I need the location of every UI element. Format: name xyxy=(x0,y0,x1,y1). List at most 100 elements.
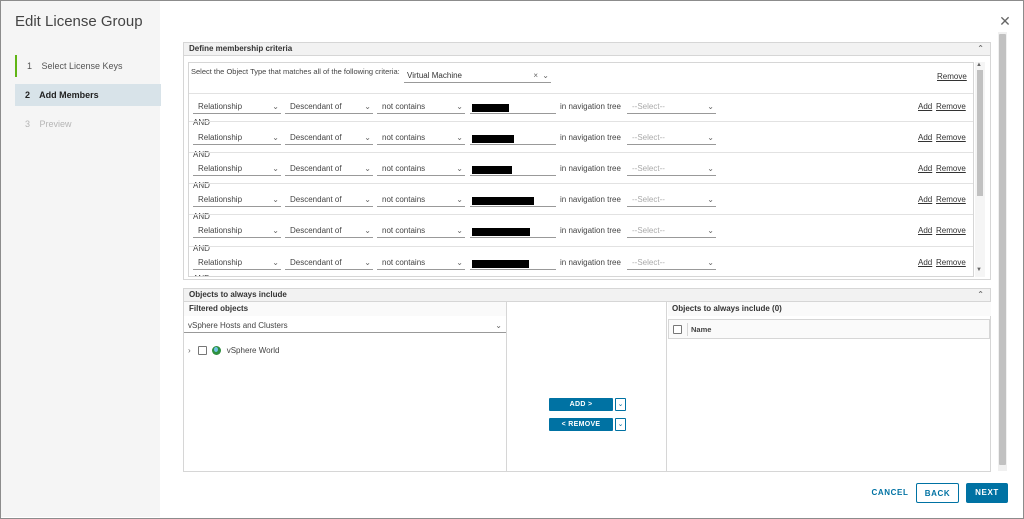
dialog-title: Edit License Group xyxy=(15,13,143,30)
select-all-checkbox[interactable] xyxy=(673,325,682,334)
remove-row-link[interactable]: Remove xyxy=(936,224,966,238)
condition-select[interactable]: not contains ⌄ xyxy=(377,131,465,145)
relationship-value: Relationship xyxy=(198,226,243,235)
cancel-button[interactable]: CANCEL xyxy=(870,483,910,503)
included-objects-grid-header: Name xyxy=(668,319,990,339)
condition-select[interactable]: not contains ⌄ xyxy=(377,224,465,238)
collapse-up-icon[interactable]: ⌃ xyxy=(977,289,984,301)
relationship-value: Relationship xyxy=(198,258,243,267)
criteria-value-input[interactable] xyxy=(470,193,556,207)
remove-object-type-link[interactable]: Remove xyxy=(937,72,967,81)
navigation-tree-select[interactable]: --Select-- ⌄ xyxy=(627,256,716,270)
add-row-link[interactable]: Add xyxy=(918,162,932,176)
tree-item-checkbox[interactable] xyxy=(198,346,208,356)
relationship-select[interactable]: Relationship ⌄ xyxy=(193,193,281,207)
descendant-select[interactable]: Descendant of ⌄ xyxy=(285,131,373,145)
close-icon[interactable]: ✕ xyxy=(998,14,1012,28)
navigation-tree-select[interactable]: --Select-- ⌄ xyxy=(627,162,716,176)
descendant-select[interactable]: Descendant of ⌄ xyxy=(285,100,373,114)
remove-row-link[interactable]: Remove xyxy=(936,193,966,207)
condition-select[interactable]: not contains ⌄ xyxy=(377,100,465,114)
membership-criteria-header[interactable]: Define membership criteria ⌃ xyxy=(184,43,990,56)
chevron-down-icon: ⌄ xyxy=(272,164,279,173)
relationship-select[interactable]: Relationship ⌄ xyxy=(193,162,281,176)
relationship-value: Relationship xyxy=(198,133,243,142)
objects-include-header[interactable]: Objects to always include ⌃ xyxy=(184,289,990,302)
condition-select[interactable]: not contains ⌄ xyxy=(377,256,465,270)
condition-value: not contains xyxy=(382,258,426,267)
wizard-step-preview: 3 Preview xyxy=(15,113,161,135)
add-row-link[interactable]: Add xyxy=(918,100,932,114)
descendant-select[interactable]: Descendant of ⌄ xyxy=(285,193,373,207)
descendant-select[interactable]: Descendant of ⌄ xyxy=(285,256,373,270)
add-row-link[interactable]: Add xyxy=(918,131,932,145)
row-divider xyxy=(189,152,973,153)
membership-criteria-section: Define membership criteria ⌃ Select the … xyxy=(183,42,991,280)
add-row-link[interactable]: Add xyxy=(918,224,932,238)
descendant-select[interactable]: Descendant of ⌄ xyxy=(285,224,373,238)
criteria-value-input[interactable] xyxy=(470,224,556,238)
wizard-sidebar: Edit License Group 1 Select License Keys… xyxy=(1,1,161,517)
next-button[interactable]: NEXT xyxy=(966,483,1008,503)
redacted-text xyxy=(472,228,530,236)
remove-row-link[interactable]: Remove xyxy=(936,100,966,114)
descendant-value: Descendant of xyxy=(290,226,342,235)
chevron-down-icon[interactable]: ⌄ xyxy=(542,69,549,83)
condition-select[interactable]: not contains ⌄ xyxy=(377,193,465,207)
navigation-tree-select[interactable]: --Select-- ⌄ xyxy=(627,224,716,238)
relationship-select[interactable]: Relationship ⌄ xyxy=(193,224,281,238)
relationship-select[interactable]: Relationship ⌄ xyxy=(193,256,281,270)
add-row-link[interactable]: Add xyxy=(918,193,932,207)
relationship-select[interactable]: Relationship ⌄ xyxy=(193,131,281,145)
criteria-value-input[interactable] xyxy=(470,162,556,176)
relationship-select[interactable]: Relationship ⌄ xyxy=(193,100,281,114)
remove-row-link[interactable]: Remove xyxy=(936,162,966,176)
wizard-step-add-members[interactable]: 2 Add Members xyxy=(15,84,161,106)
add-row-link[interactable]: Add xyxy=(918,256,932,270)
wizard-step-select-license-keys[interactable]: 1 Select License Keys xyxy=(15,55,161,77)
back-button[interactable]: BACK xyxy=(916,483,959,503)
criteria-scrollbar-thumb[interactable] xyxy=(977,70,983,196)
chevron-right-icon[interactable]: › xyxy=(188,344,196,358)
chevron-down-icon: ⌄ xyxy=(707,102,714,111)
chevron-down-icon: ⌄ xyxy=(707,133,714,142)
collapse-up-icon[interactable]: ⌃ xyxy=(977,43,984,55)
tree-item-vsphere-world[interactable]: › vSphere World xyxy=(188,344,279,358)
condition-select[interactable]: not contains ⌄ xyxy=(377,162,465,176)
relationship-value: Relationship xyxy=(198,102,243,111)
criteria-value-input[interactable] xyxy=(470,131,556,145)
relationship-value: Relationship xyxy=(198,195,243,204)
clear-icon[interactable]: × xyxy=(533,69,538,83)
condition-value: not contains xyxy=(382,226,426,235)
chevron-down-icon: ⌄ xyxy=(272,133,279,142)
condition-value: not contains xyxy=(382,164,426,173)
object-filter-select[interactable]: vSphere Hosts and Clusters ⌄ xyxy=(184,319,506,333)
criteria-value-input[interactable] xyxy=(470,256,556,270)
navigation-tree-select[interactable]: --Select-- ⌄ xyxy=(627,100,716,114)
chevron-down-icon: ⌄ xyxy=(364,195,371,204)
object-type-select[interactable]: Virtual Machine × ⌄ xyxy=(404,69,551,83)
remove-row-link[interactable]: Remove xyxy=(936,131,966,145)
add-dropdown-chevron-icon[interactable]: ⌄ xyxy=(615,398,626,411)
main-scrollbar-thumb[interactable] xyxy=(999,34,1006,465)
scroll-down-arrow-icon[interactable]: ▼ xyxy=(976,267,982,273)
section-title: Define membership criteria xyxy=(189,44,293,53)
criteria-row: Relationship ⌄ Descendant of ⌄ not contain… xyxy=(189,191,973,209)
remove-row-link[interactable]: Remove xyxy=(936,256,966,270)
navigation-tree-select[interactable]: --Select-- ⌄ xyxy=(627,193,716,207)
navigation-tree-select[interactable]: --Select-- ⌄ xyxy=(627,131,716,145)
filtered-objects-title: Filtered objects xyxy=(184,302,506,316)
column-header-name[interactable]: Name xyxy=(691,320,711,340)
criteria-value-input[interactable] xyxy=(470,100,556,114)
remove-button[interactable]: < REMOVE xyxy=(549,418,613,431)
condition-value: not contains xyxy=(382,195,426,204)
add-button[interactable]: ADD > xyxy=(549,398,613,411)
scroll-up-arrow-icon[interactable]: ▲ xyxy=(976,62,982,68)
step-number: 2 xyxy=(25,90,31,100)
redacted-text xyxy=(472,104,509,112)
remove-dropdown-chevron-icon[interactable]: ⌄ xyxy=(615,418,626,431)
navigation-tree-label: in navigation tree xyxy=(560,226,621,235)
criteria-scrollbar[interactable]: ▲ ▼ xyxy=(975,62,985,277)
descendant-select[interactable]: Descendant of ⌄ xyxy=(285,162,373,176)
criteria-row: Relationship ⌄ Descendant of ⌄ not contain… xyxy=(189,98,973,116)
